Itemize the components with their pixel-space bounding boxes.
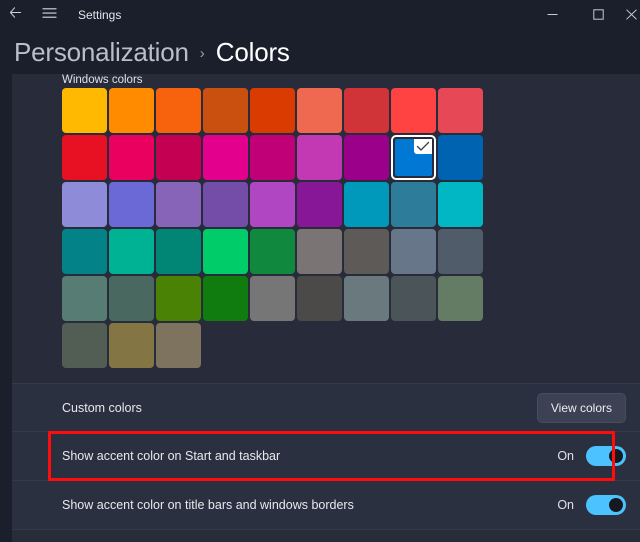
breadcrumb-parent-personalization[interactable]: Personalization [14, 37, 189, 68]
color-swatch[interactable] [297, 88, 342, 133]
view-colors-button[interactable]: View colors [537, 393, 626, 423]
color-swatch[interactable] [297, 182, 342, 227]
color-swatch[interactable] [297, 135, 342, 180]
minimize-icon [547, 9, 558, 20]
accent-titlebars-state: On [557, 498, 574, 512]
color-swatch[interactable] [109, 135, 154, 180]
row-custom-colors: Custom colors View colors [12, 384, 640, 431]
back-button[interactable] [2, 2, 28, 28]
color-swatch[interactable] [156, 229, 201, 274]
close-icon [626, 9, 638, 20]
windows-colors-grid[interactable] [62, 88, 483, 368]
color-swatch[interactable] [62, 135, 107, 180]
color-swatch[interactable] [109, 229, 154, 274]
maximize-icon [593, 9, 604, 20]
color-swatch[interactable] [203, 182, 248, 227]
color-swatch[interactable] [62, 182, 107, 227]
color-swatch[interactable] [156, 182, 201, 227]
color-swatch[interactable] [250, 229, 295, 274]
color-swatch[interactable] [438, 182, 483, 227]
hamburger-menu-icon [42, 6, 57, 24]
maximize-button[interactable] [576, 0, 620, 28]
color-swatch[interactable] [156, 323, 201, 368]
color-swatch[interactable] [344, 229, 389, 274]
color-swatch[interactable] [391, 229, 436, 274]
menu-button[interactable] [36, 2, 62, 28]
color-swatch[interactable] [156, 88, 201, 133]
app-title: Settings [78, 0, 121, 30]
color-swatch[interactable] [203, 88, 248, 133]
custom-colors-label: Custom colors [62, 401, 142, 415]
back-arrow-icon [8, 5, 23, 25]
color-swatch[interactable] [250, 135, 295, 180]
color-swatch[interactable] [391, 88, 436, 133]
toggle-knob [609, 449, 623, 463]
color-swatch[interactable] [109, 88, 154, 133]
color-swatch[interactable] [391, 182, 436, 227]
color-swatch[interactable] [250, 182, 295, 227]
chevron-right-icon: › [200, 45, 205, 62]
color-swatch[interactable] [344, 88, 389, 133]
color-swatch[interactable] [203, 135, 248, 180]
color-swatch[interactable] [344, 135, 389, 180]
accent-start-taskbar-label: Show accent color on Start and taskbar [62, 449, 280, 463]
color-swatch[interactable] [438, 229, 483, 274]
color-swatch[interactable] [391, 276, 436, 321]
color-swatch[interactable] [250, 276, 295, 321]
breadcrumb: Personalization › Colors [14, 31, 290, 73]
accent-titlebars-label: Show accent color on title bars and wind… [62, 498, 354, 512]
color-swatch[interactable] [344, 182, 389, 227]
color-swatch[interactable] [344, 276, 389, 321]
color-swatch[interactable] [297, 229, 342, 274]
color-swatch[interactable] [62, 323, 107, 368]
breadcrumb-current-colors: Colors [216, 37, 290, 68]
checkmark-icon [415, 139, 431, 154]
windows-colors-label: Windows colors [62, 74, 143, 86]
accent-start-taskbar-toggle[interactable] [586, 446, 626, 466]
color-swatch[interactable] [250, 88, 295, 133]
close-button[interactable] [620, 0, 640, 28]
color-swatch[interactable] [203, 276, 248, 321]
color-swatch[interactable] [109, 276, 154, 321]
divider-bottom [12, 529, 640, 530]
color-swatch[interactable] [156, 276, 201, 321]
row-accent-titlebars[interactable]: Show accent color on title bars and wind… [12, 481, 640, 529]
color-swatch-selected[interactable] [391, 135, 436, 180]
color-swatch[interactable] [109, 323, 154, 368]
color-swatch[interactable] [156, 135, 201, 180]
toggle-knob [609, 498, 623, 512]
accent-titlebars-toggle[interactable] [586, 495, 626, 515]
color-swatch[interactable] [62, 229, 107, 274]
color-swatch[interactable] [109, 182, 154, 227]
title-bar: Settings [0, 0, 640, 30]
color-swatch[interactable] [438, 276, 483, 321]
color-swatch[interactable] [62, 276, 107, 321]
color-swatch[interactable] [62, 88, 107, 133]
color-swatch[interactable] [297, 276, 342, 321]
row-accent-start-taskbar[interactable]: Show accent color on Start and taskbar O… [12, 432, 640, 480]
accent-start-taskbar-state: On [557, 449, 574, 463]
minimize-button[interactable] [530, 0, 574, 28]
color-swatch[interactable] [438, 135, 483, 180]
color-swatch[interactable] [438, 88, 483, 133]
color-swatch[interactable] [203, 229, 248, 274]
settings-content-panel: Windows colors Custom colors View colors… [12, 74, 640, 542]
